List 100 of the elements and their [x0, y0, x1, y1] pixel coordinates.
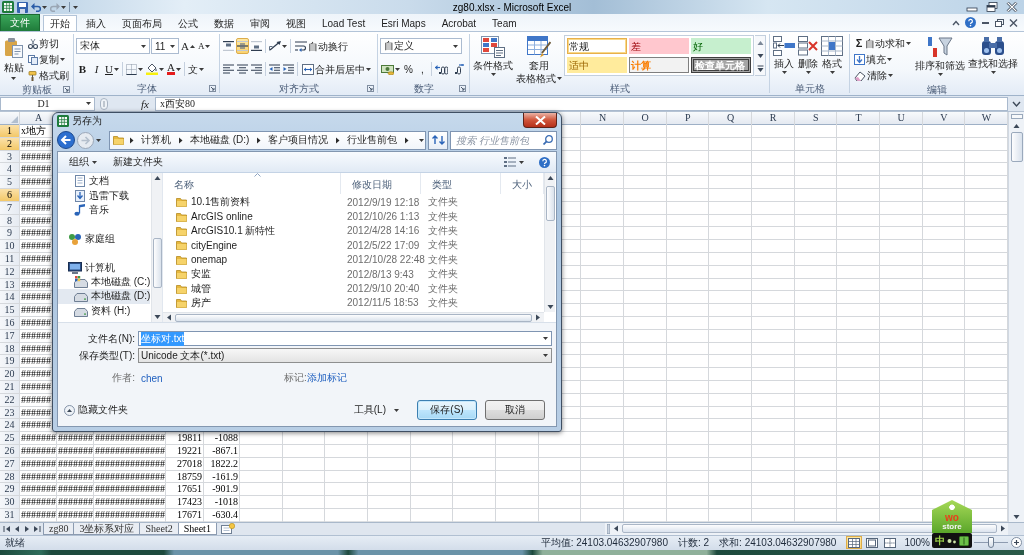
view-button[interactable]	[882, 536, 899, 550]
breadcrumb-item[interactable]: 计算机	[139, 132, 173, 148]
wrap-text-button[interactable]: 自动换行	[293, 38, 350, 54]
sheet-tab[interactable]: 3坐标系对应	[73, 522, 141, 535]
gallery-scrollbar[interactable]	[755, 35, 766, 76]
more-button[interactable]	[755, 62, 765, 75]
scroll-thumb[interactable]	[545, 186, 555, 221]
ribbon-tab[interactable]: Esri Maps	[374, 15, 433, 31]
increase-indent-button[interactable]	[282, 61, 295, 77]
column-header[interactable]: S	[794, 112, 838, 125]
ribbon-tab[interactable]: Acrobat	[434, 15, 484, 31]
caret-icon[interactable]	[543, 337, 548, 340]
align-bottom-button[interactable]	[250, 38, 263, 54]
file-name[interactable]: 10.1售前资料	[191, 195, 251, 210]
ribbon-tab[interactable]: 公式	[171, 15, 205, 31]
scroll-thumb[interactable]	[175, 313, 532, 322]
cell-style-item[interactable]: 适中	[567, 57, 627, 73]
file-name[interactable]: 城管	[191, 281, 211, 296]
help-icon[interactable]	[965, 17, 976, 28]
row-header[interactable]: 12	[0, 265, 19, 278]
author-value[interactable]: chen	[138, 372, 284, 384]
row-header[interactable]: 25	[0, 432, 19, 444]
row-header[interactable]: 23	[0, 406, 19, 419]
new-folder-button[interactable]: 新建文件夹	[112, 154, 164, 170]
sheet-tab[interactable]: Sheet1	[177, 522, 217, 535]
caret-icon[interactable]	[86, 102, 91, 105]
chevron-up-icon[interactable]	[952, 19, 960, 26]
align-center-button[interactable]	[236, 61, 249, 77]
column-header[interactable]: T	[837, 112, 880, 125]
nav-item[interactable]: 迅雷下载	[58, 188, 150, 203]
nav-item[interactable]: 家庭组	[58, 231, 150, 246]
file-name[interactable]: onemap	[191, 254, 228, 266]
skip-forward-icon[interactable]	[33, 524, 41, 533]
nav-item[interactable]: 音乐	[58, 202, 150, 218]
borders-button[interactable]	[124, 61, 144, 77]
column-header[interactable]: W	[965, 112, 1008, 125]
underline-button[interactable]: U	[104, 61, 120, 77]
input-method-bar[interactable]: 中	[932, 533, 972, 548]
font-name-field[interactable]: 宋体	[76, 38, 150, 54]
conditional-formatting-button[interactable]: 条件格式	[472, 34, 514, 81]
zoom-in-icon[interactable]	[1011, 537, 1022, 549]
delete-cells-button[interactable]: 删除	[797, 34, 819, 81]
cell-style-item[interactable]: 好	[691, 38, 751, 54]
font-size-field[interactable]: 11	[151, 38, 179, 54]
formula-field[interactable]: x西安80	[154, 96, 1008, 111]
column-header[interactable]: V	[922, 112, 966, 125]
caret-icon[interactable]	[73, 5, 78, 9]
row-header[interactable]: 28	[0, 470, 19, 483]
font-color-button[interactable]: A	[165, 61, 182, 77]
horizontal-scrollbar[interactable]	[605, 522, 1008, 535]
row-header[interactable]: 20	[0, 368, 19, 380]
file-tab[interactable]: 文件	[0, 14, 40, 31]
file-name[interactable]: ArcGIS online	[191, 211, 253, 223]
row-header[interactable]: 14	[0, 291, 19, 304]
file-name[interactable]: cityEngine	[191, 239, 238, 251]
vertical-scrollbar[interactable]	[1008, 112, 1024, 522]
row-header[interactable]: 26	[0, 444, 19, 457]
format-cells-button[interactable]: 格式	[820, 34, 844, 81]
horizontal-scrollbar[interactable]	[163, 312, 544, 322]
book-icon[interactable]	[959, 535, 969, 546]
row-header[interactable]: 3	[0, 150, 19, 163]
caret-icon[interactable]	[42, 5, 47, 9]
ribbon-tab[interactable]: 页面布局	[115, 15, 169, 31]
up-arrow-icon[interactable]	[546, 175, 554, 181]
file-name[interactable]: ArcGIS10.1 新特性	[191, 223, 276, 238]
row-header[interactable]: 17	[0, 329, 19, 342]
triangle-right-icon[interactable]	[23, 524, 31, 533]
sheet-tab[interactable]: zg80	[43, 522, 75, 535]
find-select-button[interactable]: 查找和选择	[967, 34, 1019, 81]
align-left-button[interactable]	[222, 61, 235, 77]
cell-style-item[interactable]: 常规	[567, 38, 627, 54]
view-button[interactable]	[846, 536, 863, 550]
view-button[interactable]	[864, 536, 881, 550]
scroll-thumb[interactable]	[152, 238, 162, 288]
fill-button[interactable]: 填充	[852, 52, 913, 67]
close-icon[interactable]	[1009, 18, 1018, 27]
file-type-dropdown[interactable]: Unicode 文本(*.txt)	[138, 348, 552, 363]
ribbon-tab[interactable]: Load Test	[315, 15, 373, 31]
shrink-font-button[interactable]: A	[196, 38, 212, 54]
name-box[interactable]: D1	[0, 96, 95, 111]
copy-button[interactable]: 复制	[26, 52, 71, 67]
nav-item[interactable]: 本地磁盘 (D:)	[58, 289, 150, 304]
row-header[interactable]: 19	[0, 355, 19, 368]
comma-button[interactable]: ,	[416, 61, 429, 77]
align-right-button[interactable]	[250, 61, 263, 77]
chevron-down-icon[interactable]	[1011, 99, 1021, 108]
nav-item[interactable]: 文档	[58, 174, 150, 189]
hide-folders-button[interactable]: 隐藏文件夹	[63, 402, 129, 418]
row-header[interactable]: 16	[0, 316, 19, 329]
close-button[interactable]	[523, 113, 557, 128]
restore-icon[interactable]	[986, 2, 998, 12]
tools-button[interactable]: 工具(L)	[352, 402, 400, 418]
row-header[interactable]: 2	[0, 137, 19, 150]
refresh-button[interactable]	[428, 130, 448, 150]
chevron-icon[interactable]	[256, 136, 262, 144]
row-header[interactable]: 15	[0, 304, 19, 316]
dots-icon[interactable]	[947, 537, 957, 544]
column-header[interactable]: 名称	[163, 173, 341, 194]
organize-button[interactable]: 组织	[68, 154, 98, 170]
left-arrow-icon[interactable]	[613, 525, 619, 533]
